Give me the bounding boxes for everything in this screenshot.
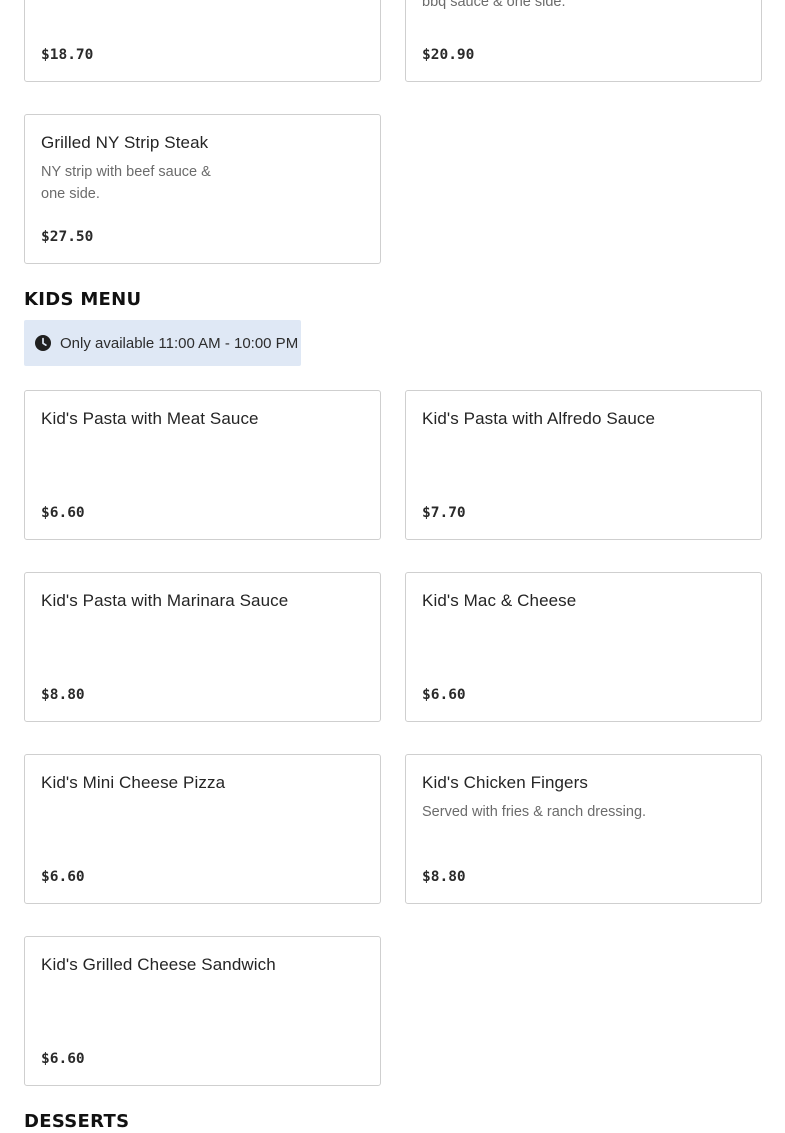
menu-item-card[interactable]: Kid's Mini Cheese Pizza $6.60	[24, 754, 381, 904]
menu-item-name: Grilled NY Strip Steak	[41, 133, 209, 152]
menu-item-price: $6.60	[41, 1051, 85, 1067]
section-title-kids-menu: KIDS MENU	[24, 289, 142, 310]
menu-item-name: Kid's Mac & Cheese	[422, 591, 577, 610]
menu-item-description: NY strip with beef sauce & one side.	[41, 164, 211, 202]
menu-item-price: $8.80	[422, 869, 466, 885]
menu-item-card[interactable]: Kid's Chicken Fingers Served with fries …	[405, 754, 762, 904]
menu-item-description: bbq sauce & one side.	[422, 0, 566, 10]
menu-item-price: $7.70	[422, 505, 466, 521]
availability-text: Only available 11:00 AM - 10:00 PM	[60, 334, 299, 352]
menu-item-price: $8.80	[41, 687, 85, 703]
menu-item-name: Kid's Chicken Fingers	[422, 773, 588, 792]
menu-item-price: $18.70	[41, 47, 94, 63]
menu-item-card[interactable]: Kid's Pasta with Meat Sauce $6.60	[24, 390, 381, 540]
menu-item-price: $6.60	[41, 505, 85, 521]
menu-item-card[interactable]: Kid's Pasta with Marinara Sauce $8.80	[24, 572, 381, 722]
section-title-desserts: DESSERTS	[24, 1111, 130, 1132]
menu-item-card[interactable]: $18.70	[24, 0, 381, 82]
menu-item-price: $20.90	[422, 47, 475, 63]
menu-item-card[interactable]: Kid's Pasta with Alfredo Sauce $7.70	[405, 390, 762, 540]
menu-item-name: Kid's Pasta with Meat Sauce	[41, 409, 259, 428]
availability-banner: Only available 11:00 AM - 10:00 PM	[24, 320, 301, 366]
menu-item-card[interactable]: Kid's Grilled Cheese Sandwich $6.60	[24, 936, 381, 1086]
menu-item-name: Kid's Mini Cheese Pizza	[41, 773, 226, 792]
menu-item-name: Kid's Grilled Cheese Sandwich	[41, 955, 276, 974]
menu-item-card[interactable]: bbq sauce & one side. $20.90	[405, 0, 762, 82]
menu-item-price: $6.60	[41, 869, 85, 885]
menu-item-card[interactable]: Grilled NY Strip Steak NY strip with bee…	[24, 114, 381, 264]
menu-item-description: Served with fries & ranch dressing.	[422, 804, 647, 820]
menu-item-card[interactable]: Kid's Mac & Cheese $6.60	[405, 572, 762, 722]
clock-icon	[35, 335, 51, 351]
menu-item-price: $6.60	[422, 687, 466, 703]
menu-item-price: $27.50	[41, 229, 94, 245]
menu-item-name: Kid's Pasta with Alfredo Sauce	[422, 409, 656, 428]
menu-item-name: Kid's Pasta with Marinara Sauce	[41, 591, 289, 610]
